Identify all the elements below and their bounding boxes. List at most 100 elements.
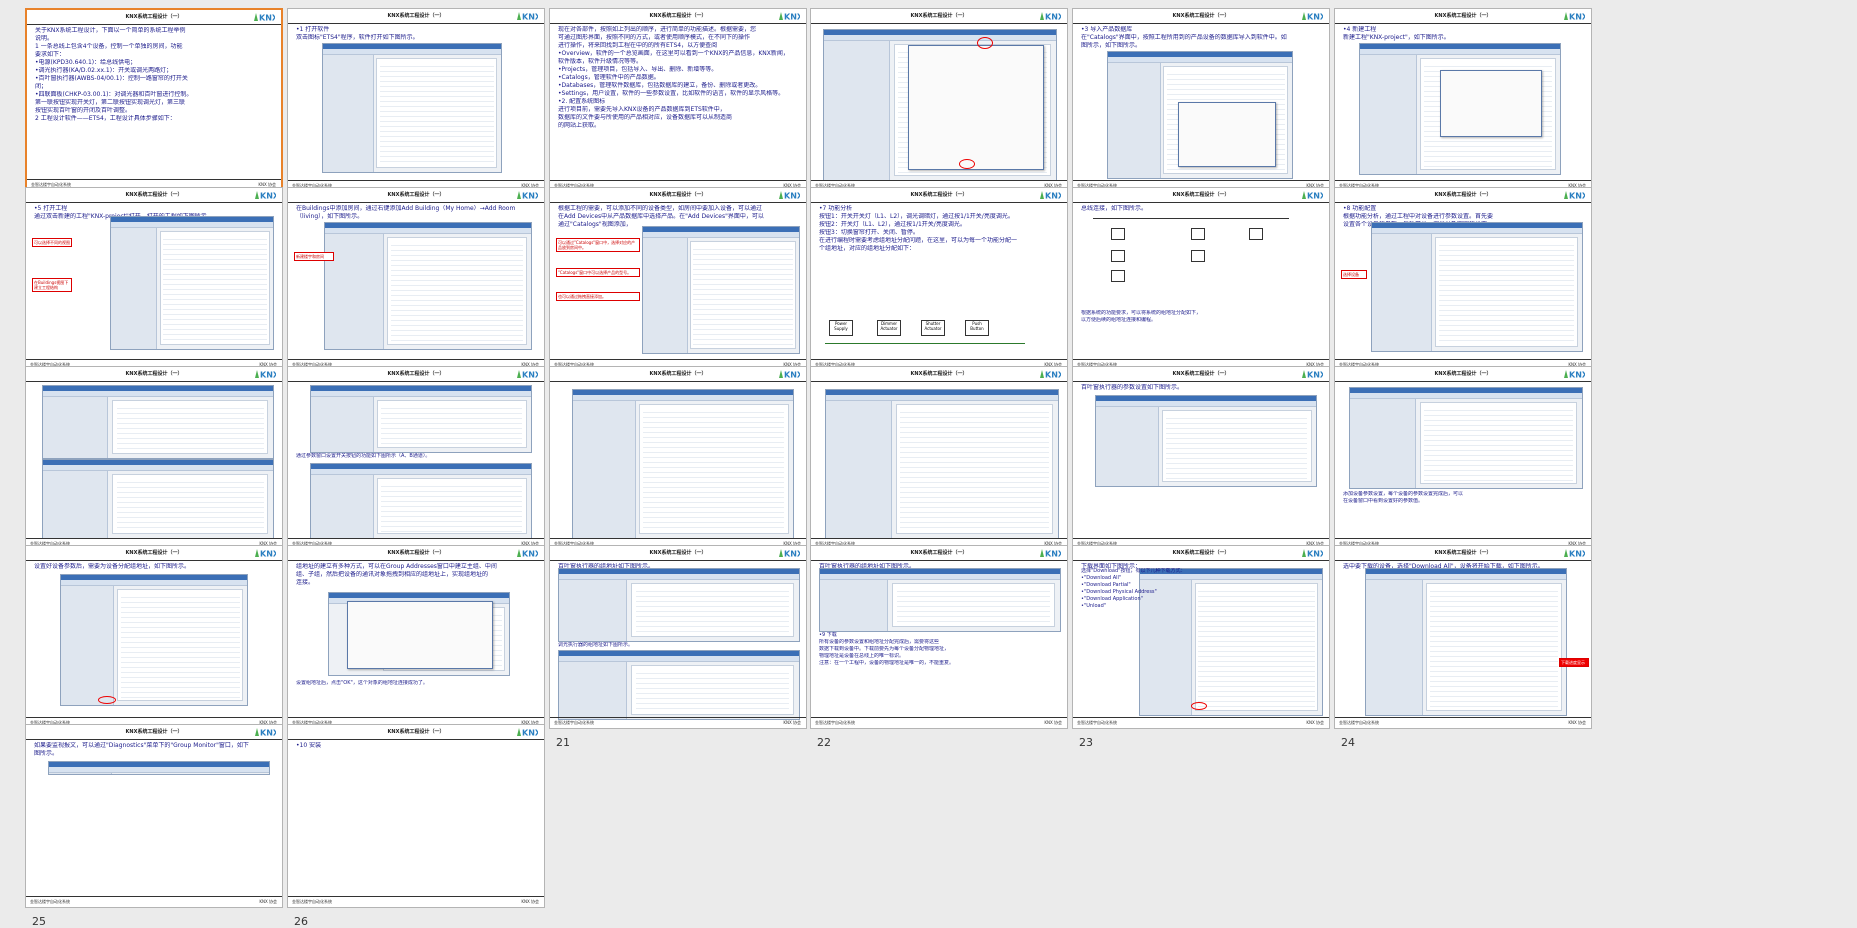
screenshot-sidebar: [311, 475, 374, 538]
slide-text-line: 按钮实现百叶窗的开闭及百叶调整。: [35, 107, 132, 114]
slide-footer: 金智达楼宇自动化系统 KNX 协会: [288, 896, 544, 907]
ets4-screenshot: [42, 459, 274, 539]
screenshot-dialog: [347, 601, 493, 669]
slide-preview[interactable]: KNX系统工程设计（一）KNX金智达楼宇自动化系统KNX 协会: [810, 366, 1068, 550]
slide-note-line: 调光执行器的组地址如下图所示。: [558, 642, 634, 648]
slide-preview[interactable]: KNX系统工程设计（一）KNX 组地址的建立有多种方式，可以在Group Addr…: [287, 545, 545, 729]
slide-note-line: •"Download Physical Address": [1081, 589, 1157, 595]
slide-header-title: KNX系统工程设计（一）: [910, 371, 968, 377]
slide-text-line: •1 打开软件: [296, 26, 330, 33]
slide-preview[interactable]: KNX系统工程设计（一）KNX下载界面如下图所示：选择"Download"按钮，…: [1072, 545, 1330, 729]
ets4-screenshot: [1365, 568, 1567, 716]
slide-preview[interactable]: KNX系统工程设计（一）KNX百叶窗执行器的参数设置如下图所示。金智达楼宇自动化…: [1072, 366, 1330, 550]
slide-preview[interactable]: KNX系统工程设计（一）KNX 根据工程的需要，可以添加不同的设备类型，如房间中要…: [549, 187, 807, 371]
slide-preview[interactable]: KNX系统工程设计（一）KNX百叶窗执行器的组地址如下图所示。调光执行器的组地址…: [549, 545, 807, 729]
svg-text:KNX: KNX: [1569, 550, 1585, 559]
circuit-element: [1111, 270, 1125, 282]
slide-preview[interactable]: KNX系统工程设计（一）KNX选中要下载的设备，选择"Download All"…: [1334, 545, 1592, 729]
slide-header: KNX系统工程设计（一）KNX: [288, 367, 544, 382]
slide-text-line: •Overview，软件的一个总览画面，在这里可以看到一个KNX的产品信息，KN…: [558, 50, 789, 57]
slide-header-title: KNX系统工程设计（一）: [387, 729, 445, 735]
slide-header-title: KNX系统工程设计（一）: [125, 550, 183, 556]
screenshot-sidebar: [1366, 580, 1423, 715]
slide-body: 现在对各部件，按照如上列出的顺序，进行简单的功能描述。根据需要，您 可通过图形界面…: [558, 26, 798, 179]
slide-header: KNX系统工程设计（一）KNX: [26, 188, 282, 203]
footer-right-text: KNX 协会: [521, 899, 539, 904]
screenshot-rows: [635, 669, 790, 713]
slide-text-line: 双击图标"ETS4"程序，软件打开如下图所示。: [296, 34, 419, 41]
slide-note-text: 添加设备参数设置，每个设备的参数设置完成后，可以 在设备窗口中看到设置好的参数值。: [1343, 491, 1581, 505]
circuit-element: [1191, 228, 1205, 240]
slide-header-title: KNX系统工程设计（一）: [387, 192, 445, 198]
slide-preview[interactable]: KNX系统工程设计（一）KNX 通过参数窗口设置开关按钮的功能如下图所示（A、B通…: [287, 366, 545, 550]
slide-text-line: •7 功能分析: [819, 205, 853, 212]
slide-text-line: •Catalogs，管理软件中的产品数据。: [558, 74, 660, 81]
slide-header-title: KNX系统工程设计（一）: [387, 13, 445, 19]
slide-thumbnail[interactable]: KNX系统工程设计（一） KNX •10 安装金智达楼宇自动化系统 KNX 协会 26: [262, 716, 572, 928]
slide-preview[interactable]: KNX系统工程设计（一）KNX 关于KNX系统工程设计，下面以一个简单的系统工程举…: [25, 8, 283, 192]
slide-preview[interactable]: KNX系统工程设计（一）KNX 如果要监视报文，可以通过"Diagnostics"…: [25, 724, 283, 908]
slide-preview[interactable]: KNX系统工程设计（一）KNX 现在对各部件，按照如上列出的顺序，进行简单的功能描…: [549, 8, 807, 192]
screenshot-sidebar: [43, 397, 109, 458]
slide-preview[interactable]: KNX系统工程设计（一） KNX •4 新建工程新建工程"KNX-project"，…: [1334, 8, 1592, 192]
slide-text-line: 进行操作，将来回找到工程在中的的所有ETS4，以方便查阅: [558, 42, 718, 49]
slide-preview[interactable]: KNX系统工程设计（一） KNX 添加设备参数设置，每个设备的参数设置完成后，可以在…: [1334, 366, 1592, 550]
screenshot-dialog: [907, 45, 1045, 170]
slide-header: KNX系统工程设计（一）KNX: [1073, 188, 1329, 203]
slide-text-line: 第一联按钮实现开关灯，第二联按钮实现调光灯，第三联: [35, 99, 186, 106]
ets4-screenshot: [558, 650, 800, 720]
slide-note-text: 通过参数窗口设置开关按钮的功能如下图所示（A、B通道）。: [296, 453, 534, 460]
slide-text-line: 百叶窗执行器的参数设置如下图所示。: [1081, 384, 1184, 391]
slide-preview[interactable]: KNX系统工程设计（一）KNX金智达楼宇自动化系统KNX 协会: [549, 366, 807, 550]
slide-text-line: 图所示，如下图所示。: [1081, 42, 1142, 49]
slide-header-title: KNX系统工程设计（一）: [910, 550, 968, 556]
slide-note-line: 注意：在一个工程中，设备的物理地址是唯一的，不能重复。: [819, 660, 955, 666]
slide-preview[interactable]: KNX系统工程设计（一） KNX •8 功能配置根据功能分析，通过工程中对设备进行参…: [1334, 187, 1592, 371]
slide-text-line: 在进行编程时需要考虑组地址分配问题，在这里，可以为每一个功能分配一: [819, 237, 1018, 244]
svg-text:KNX: KNX: [1569, 192, 1585, 201]
slide-thumbnail[interactable]: KNX系统工程设计（一）KNX选中要下载的设备，选择"Download All"…: [1309, 537, 1619, 749]
slide-header-title: KNX系统工程设计（一）: [1172, 13, 1230, 19]
slide-preview[interactable]: KNX系统工程设计（一）KNX 设置好设备参数后，需要为设备分配组地址，如下图所示…: [25, 545, 283, 729]
slide-note-line: •9 下载: [819, 632, 837, 638]
slide-text-line: 2 工程设计软件——ETS4，工程设计具体步骤如下：: [35, 115, 176, 122]
slide-preview[interactable]: KNX系统工程设计（一）KNX •1 打开软件双击图标"ETS4"程序，软件打开如…: [287, 8, 545, 192]
screenshot-rows: [381, 482, 523, 532]
slide-footer: 金智达楼宇自动化系统 KNX 协会: [1335, 717, 1591, 728]
slide-preview[interactable]: KNX系统工程设计（一）KNX•5 打开工程通过双击新建的工程"KNX-proj…: [25, 187, 283, 371]
slide-header: KNX系统工程设计（一）KNX: [1335, 367, 1591, 382]
slide-header-title: KNX系统工程设计（一）: [910, 13, 968, 19]
screenshot-sidebar: [573, 401, 636, 538]
slide-preview[interactable]: KNX系统工程设计（一）KNX金智达楼宇自动化系统KNX 协会: [25, 366, 283, 550]
slide-preview[interactable]: KNX系统工程设计（一）KNX百叶窗执行器的组地址如下图所示。•9 下载所有设备…: [810, 545, 1068, 729]
footer-right-text: KNX 协会: [1568, 720, 1586, 725]
ets4-screenshot: [1349, 387, 1583, 489]
slide-preview[interactable]: KNX系统工程设计（一）KNX •7 功能分析按钮1：开关开关灯（L1、L2），调…: [810, 187, 1068, 371]
slide-text-line: 总线连接，如下图所示。: [1081, 205, 1148, 212]
callout-label: 选择设备: [1341, 270, 1367, 279]
slide-header: KNX系统工程设计（一）KNX: [1073, 9, 1329, 24]
screenshot-rows: [1166, 414, 1308, 480]
screenshot-rows: [116, 404, 264, 452]
slide-preview[interactable]: KNX系统工程设计（一）KNX金智达楼宇自动化系统KNX 协会: [810, 8, 1068, 192]
slide-text-line: •4 新建工程: [1343, 26, 1377, 33]
slide-note-line: 在设备窗口中看到设置好的参数值。: [1343, 498, 1424, 504]
slide-header-title: KNX系统工程设计（一）: [387, 550, 445, 556]
callout-label: 下载进度显示: [1559, 658, 1589, 667]
slide-note-text: •9 下载 所有设备的参数设置和组地址分配完成后，需要将这些 数据下载到设备中。下载…: [819, 632, 1057, 667]
slide-text-line: 关于KNX系统工程设计，下面以一个简单的系统工程举例: [35, 27, 186, 34]
slide-preview[interactable]: KNX系统工程设计（一）KNX •3 导入产品数据库在"Catalogs"界面中，…: [1072, 8, 1330, 192]
screenshot-rows: [120, 593, 240, 699]
device-box: Push Button: [965, 320, 989, 336]
slide-text-line: 数据库的文件要与所使用的产品相对应，设备数据库可以从制造商: [558, 114, 733, 121]
screenshot-sidebar: [1360, 55, 1417, 174]
screenshot-rows: [1424, 406, 1573, 482]
slide-text-line: •电源(KPD30.640.1)：给总线供电；: [35, 59, 137, 66]
slide-preview[interactable]: KNX系统工程设计（一） KNX •10 安装金智达楼宇自动化系统 KNX 协会: [287, 724, 545, 908]
slide-preview[interactable]: KNX系统工程设计（一）KNX 在Buildings中添加房间，通过右键添加Add…: [287, 187, 545, 371]
slide-footer: 金智达楼宇自动化系统 KNX 协会: [26, 896, 282, 907]
screenshot-sidebar: [1372, 234, 1432, 351]
screenshot-rows: [635, 587, 790, 635]
slide-header: KNX系统工程设计（一）KNX: [26, 725, 282, 740]
slide-preview[interactable]: KNX系统工程设计（一）KNX 总线连接，如下图所示。根据系统的功能要求，可以将系…: [1072, 187, 1330, 371]
